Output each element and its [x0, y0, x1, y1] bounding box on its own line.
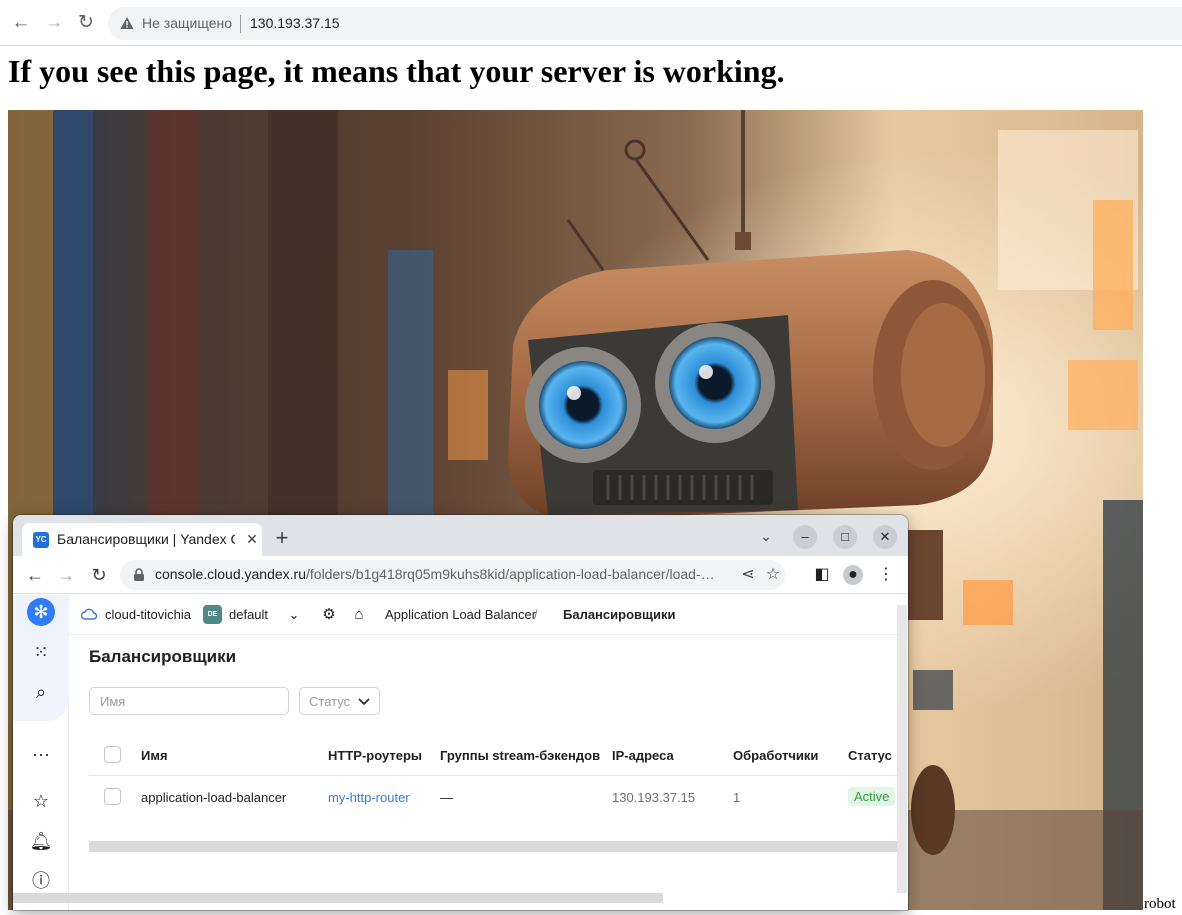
url-text[interactable]: 130.193.37.15 [250, 15, 340, 31]
all-services-grid-icon[interactable]: ⁙ [27, 638, 55, 666]
inner-address-bar[interactable]: console.cloud.yandex.ru/folders/b1g418rq… [120, 560, 785, 590]
folder-chevron-down-icon[interactable]: ⌄ [284, 605, 304, 625]
notifications-bell-icon[interactable]: 🔔︎ [27, 827, 55, 855]
new-tab-plus-icon[interactable]: + [270, 527, 294, 551]
status-badge: Active [848, 787, 896, 806]
column-header-status[interactable]: Статус [848, 748, 892, 763]
more-dots-icon[interactable]: ··· [27, 740, 55, 768]
home-icon[interactable]: ⌂ [349, 605, 369, 625]
profile-avatar-icon[interactable]: ● [843, 565, 863, 585]
help-question-icon[interactable]: ⓘ [27, 867, 55, 895]
back-arrow-icon[interactable]: ← [24, 564, 46, 586]
column-header-ip[interactable]: IP-адреса [612, 748, 674, 763]
more-menu-icon[interactable]: ⋮ [876, 565, 896, 585]
search-icon[interactable]: ⌕ [27, 678, 55, 706]
chevron-down-icon [358, 698, 370, 706]
back-arrow-icon[interactable]: ← [10, 12, 32, 34]
status-filter-select[interactable]: Статус [299, 687, 380, 715]
forward-arrow-icon[interactable]: → [43, 12, 65, 34]
page-title: Балансировщики [89, 647, 237, 666]
security-label[interactable]: Не защищено [142, 15, 232, 31]
share-icon[interactable]: ⋖ [738, 565, 758, 585]
name-filter-input[interactable] [89, 687, 289, 715]
breadcrumb: cloud-titovichia DE default ⌄ ⚙ ⌂ Applic… [69, 595, 897, 635]
yandex-cloud-console: ✻ ⁙ ⌕ ··· ☆ 🔔︎ ⓘ cloud-titovichia DE def… [13, 595, 908, 910]
services-cluster-icon[interactable]: ⚙ [319, 605, 339, 625]
tab-strip: YC Балансировщики | Yandex Cloud ✕ + ⌄ –… [13, 515, 908, 556]
folder-badge: DE [203, 605, 222, 624]
browser-toolbar: ← → ↻ Не защищено 130.193.37.15 [0, 0, 1182, 46]
row-name[interactable]: application-load-balancer [141, 790, 286, 805]
status-filter-label: Статус [309, 694, 351, 709]
inner-url-text[interactable]: console.cloud.yandex.ru/folders/b1g418rq… [155, 566, 735, 582]
bookmark-star-icon[interactable]: ☆ [763, 565, 783, 585]
tab-search-chevron-icon[interactable]: ⌄ [756, 526, 776, 546]
robot-image-alt-text: robot [1144, 896, 1176, 912]
yandex-cloud-favicon-icon: YC [33, 532, 49, 548]
maximize-icon[interactable]: □ [833, 525, 857, 549]
address-separator [240, 15, 241, 33]
breadcrumb-folder[interactable]: default [229, 607, 268, 622]
column-header-listeners[interactable]: Обработчики [733, 748, 818, 763]
inner-browser-window: YC Балансировщики | Yandex Cloud ✕ + ⌄ –… [13, 515, 908, 910]
reload-icon[interactable]: ↻ [88, 564, 110, 586]
breadcrumb-cloud[interactable]: cloud-titovichia [105, 607, 191, 622]
column-header-stream-groups[interactable]: Группы stream-бэкендов [440, 748, 600, 763]
cloud-icon [81, 608, 97, 620]
left-navigation-rail: ✻ ⁙ ⌕ ··· ☆ 🔔︎ ⓘ [13, 595, 69, 910]
address-bar[interactable]: Не защищено 130.193.37.15 [108, 7, 1182, 40]
breadcrumb-service[interactable]: Application Load Balancer [385, 607, 536, 622]
page-horizontal-scrollbar[interactable] [13, 893, 663, 903]
reload-icon[interactable]: ↻ [75, 12, 97, 34]
load-balancers-table: Имя HTTP-роутеры Группы stream-бэкендов … [89, 735, 897, 847]
column-header-http-routers[interactable]: HTTP-роутеры [328, 748, 422, 763]
column-header-name[interactable]: Имя [141, 748, 168, 763]
warning-triangle-icon[interactable] [120, 16, 134, 30]
side-panel-icon[interactable]: ◧ [812, 565, 832, 585]
breadcrumb-current: Балансировщики [563, 607, 676, 622]
row-listeners: 1 [733, 790, 741, 805]
favorites-star-icon[interactable]: ☆ [27, 787, 55, 815]
minimize-icon[interactable]: – [793, 525, 817, 549]
page-vertical-scrollbar[interactable] [897, 605, 907, 893]
window-close-icon[interactable]: ✕ [873, 525, 897, 549]
tab-title: Балансировщики | Yandex Cloud [57, 531, 235, 547]
forward-arrow-icon[interactable]: → [55, 564, 77, 586]
lock-icon[interactable] [133, 568, 145, 581]
tab-close-icon[interactable]: ✕ [243, 530, 261, 548]
select-all-checkbox[interactable] [104, 746, 121, 763]
row-checkbox[interactable] [104, 788, 121, 805]
breadcrumb-separator: / [534, 607, 538, 622]
inner-browser-toolbar: ← → ↻ console.cloud.yandex.ru/folders/b1… [13, 556, 908, 594]
table-header-divider [89, 775, 897, 776]
page-heading: If you see this page, it means that your… [8, 53, 785, 89]
row-stream-groups: — [440, 790, 453, 805]
row-ip-address: 130.193.37.15 [612, 790, 696, 805]
row-http-router-link[interactable]: my-http-router [328, 790, 410, 805]
tab-balancers[interactable]: YC Балансировщики | Yandex Cloud ✕ [22, 523, 262, 556]
yandex-cloud-logo-icon[interactable]: ✻ [27, 598, 55, 626]
table-horizontal-scrollbar[interactable] [89, 841, 897, 852]
